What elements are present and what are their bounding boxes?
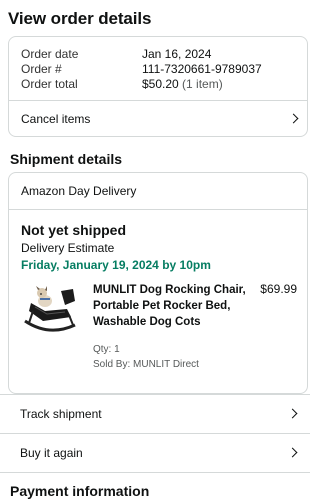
order-date-label: Order date [21, 47, 79, 61]
order-total-row: Order total $50.20 (1 item) [21, 77, 223, 91]
chevron-right-icon [287, 447, 298, 458]
product-sold-by: Sold By: MUNLIT Direct [93, 359, 199, 370]
order-summary-card: Order date Jan 16, 2024 Order # 111-732066… [8, 36, 308, 137]
order-number-label: Order # [21, 62, 62, 76]
delivery-type: Amazon Day Delivery [21, 184, 137, 198]
order-total-value: $50.20 [142, 77, 179, 91]
shipment-card: Amazon Day Delivery Not yet shipped Deli… [8, 172, 308, 394]
track-shipment-label: Track shipment [20, 407, 102, 421]
payment-information-title: Payment information [10, 483, 150, 499]
divider [9, 209, 307, 210]
shipping-status: Not yet shipped [21, 222, 127, 238]
chevron-right-icon [288, 113, 299, 124]
item-count: (1 item) [182, 77, 223, 91]
buy-it-again-button[interactable]: Buy it again [0, 434, 310, 472]
delivery-estimate-label: Delivery Estimate [21, 241, 115, 255]
page-title: View order details [8, 9, 152, 28]
product-quantity: Qty: 1 [93, 344, 120, 355]
cancel-items-button[interactable]: Cancel items [9, 101, 307, 137]
order-total-label: Order total [21, 77, 78, 91]
cancel-items-label: Cancel items [21, 112, 91, 126]
delivery-estimate-date: Friday, January 19, 2024 by 10pm [21, 258, 211, 272]
shipment-details-title: Shipment details [10, 151, 123, 167]
track-shipment-button[interactable]: Track shipment [0, 395, 310, 433]
product-price: $69.99 [260, 282, 297, 296]
chevron-right-icon [287, 408, 298, 419]
order-date-value: Jan 16, 2024 [142, 47, 212, 61]
product-image[interactable] [21, 281, 79, 341]
buy-it-again-label: Buy it again [20, 446, 83, 460]
divider [0, 472, 310, 473]
product-title-link[interactable]: MUNLIT Dog Rocking Chair, Portable Pet R… [93, 282, 249, 330]
order-date-row: Order date Jan 16, 2024 [21, 47, 211, 61]
order-number-row: Order # 111-7320661-9789037 [21, 62, 262, 76]
order-number-value: 111-7320661-9789037 [142, 62, 262, 76]
product-image-rocking-chair-icon [24, 286, 76, 332]
